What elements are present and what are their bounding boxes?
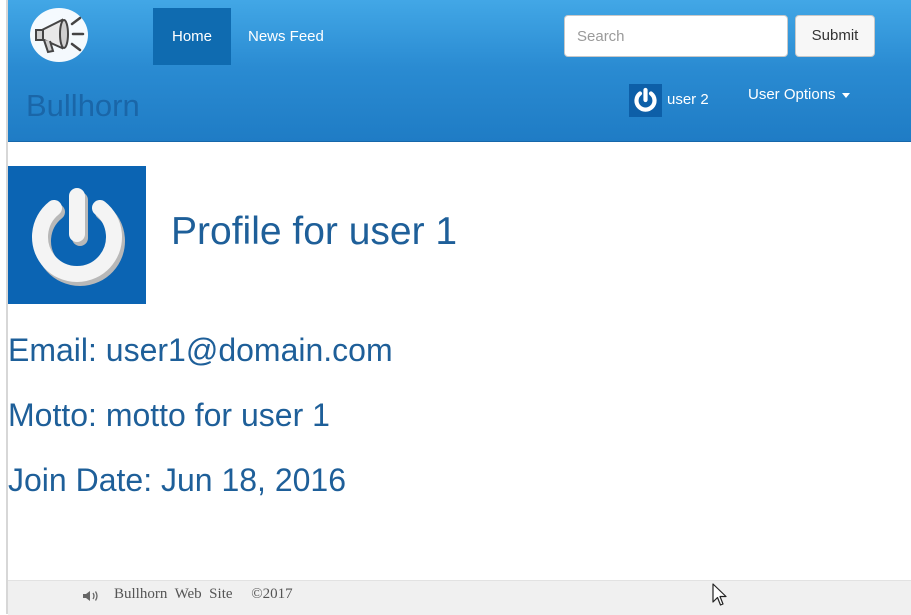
speaker-icon	[82, 589, 100, 603]
current-user-link[interactable]: user 2	[667, 89, 709, 111]
caret-down-icon	[841, 92, 850, 98]
nav-home-link[interactable]: Home	[153, 8, 231, 65]
profile-title: Profile for user 1	[171, 210, 458, 253]
page-footer: Bullhorn Web Site ©2017	[8, 580, 911, 615]
profile-email: Email: user1@domain.com	[8, 332, 393, 368]
power-icon	[8, 166, 146, 304]
footer-text: Bullhorn Web Site ©2017	[114, 586, 293, 602]
top-navbar: Home News Feed Submit Bullhorn user 2 Us…	[8, 0, 911, 142]
profile-motto: Motto: motto for user 1	[8, 397, 330, 433]
nav-news-feed-link[interactable]: News Feed	[248, 8, 324, 65]
megaphone-icon[interactable]	[28, 6, 90, 64]
submit-button[interactable]: Submit	[795, 15, 875, 57]
search-input[interactable]	[564, 15, 788, 57]
user-options-label: User Options	[748, 86, 836, 103]
brand-title[interactable]: Bullhorn	[26, 88, 140, 124]
power-icon[interactable]	[629, 84, 662, 117]
profile-join-date: Join Date: Jun 18, 2016	[8, 462, 347, 498]
user-options-dropdown[interactable]: User Options	[748, 84, 850, 106]
mouse-cursor-icon	[712, 583, 728, 607]
